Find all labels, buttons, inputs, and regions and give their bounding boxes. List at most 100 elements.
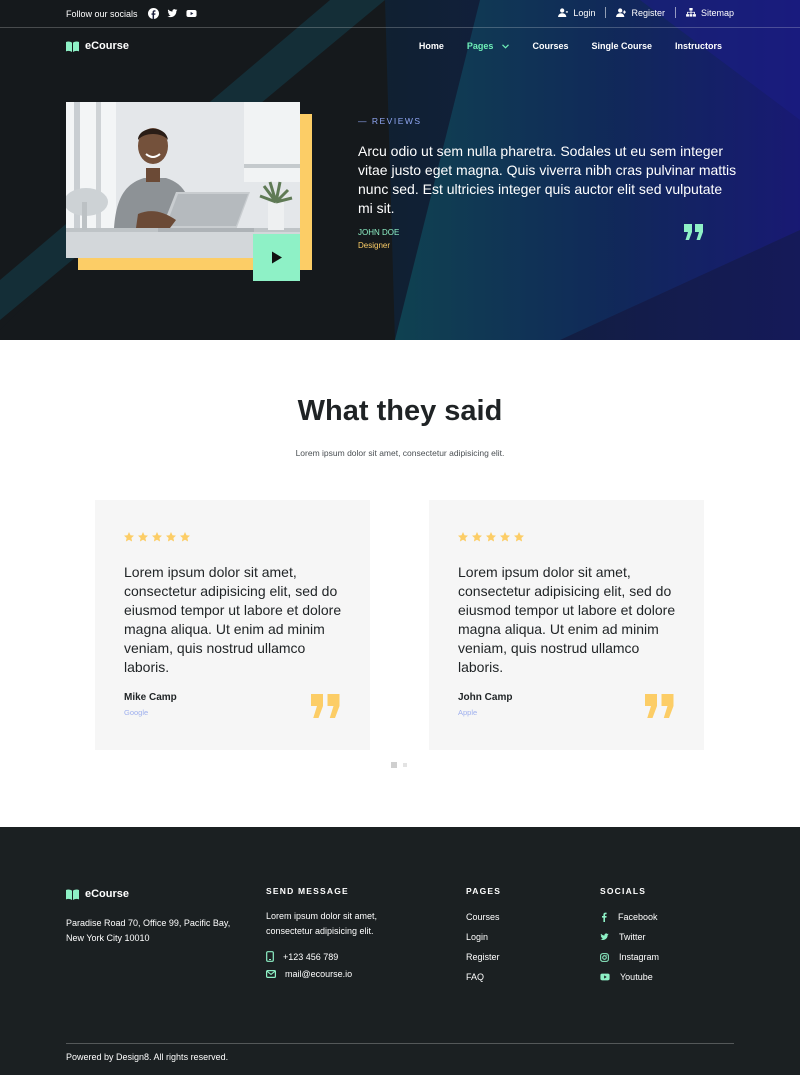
top-links: Login Register Sitemap xyxy=(558,7,734,18)
footer-social-facebook[interactable]: Facebook xyxy=(600,912,659,922)
divider xyxy=(674,7,676,18)
facebook-icon xyxy=(602,912,607,922)
star-icon xyxy=(166,532,176,542)
star-rating xyxy=(458,532,528,542)
book-icon xyxy=(66,41,79,52)
testimonial-card: Lorem ipsum dolor sit amet, consectetur … xyxy=(429,500,704,750)
footer-brand-name: eCourse xyxy=(85,888,130,900)
nav-menu: Home Pages Courses Single Course Instruc… xyxy=(396,41,722,51)
star-icon xyxy=(138,532,148,542)
section-title: What they said xyxy=(297,395,503,427)
phone-icon xyxy=(266,951,274,962)
featured-review: — REVIEWS Arcu odio ut sem nulla pharetr… xyxy=(358,116,738,250)
nav-courses[interactable]: Courses xyxy=(532,41,568,51)
star-icon xyxy=(124,532,134,542)
testimonial-author: John Camp xyxy=(458,692,513,703)
footer-brand[interactable]: eCourse xyxy=(66,888,129,900)
register-label: Register xyxy=(631,7,665,18)
star-icon xyxy=(458,532,468,542)
copyright: Powered by Design8. All rights reserved. xyxy=(66,1052,229,1062)
star-icon xyxy=(514,532,524,542)
pagination-dot[interactable] xyxy=(403,763,407,767)
footer-divider xyxy=(66,1043,734,1044)
nav-pages[interactable]: Pages xyxy=(467,41,510,51)
footer-send-message: SEND MESSAGE Lorem ipsum dolor sit amet,… xyxy=(266,886,406,979)
facebook-label: Facebook xyxy=(618,912,658,922)
quote-icon xyxy=(684,224,703,240)
testimonial-company: Google xyxy=(124,708,149,717)
user-icon xyxy=(558,8,569,17)
footer-link-courses[interactable]: Courses xyxy=(466,912,501,922)
star-rating xyxy=(124,532,194,542)
video-thumbnail xyxy=(66,102,312,282)
testimonial-card: Lorem ipsum dolor sit amet, consectetur … xyxy=(95,500,370,750)
star-icon xyxy=(500,532,510,542)
sitemap-label: Sitemap xyxy=(700,7,734,18)
footer-socials: SOCIALS Facebook Twitter Instagram Youtu… xyxy=(600,886,659,982)
footer-social-instagram[interactable]: Instagram xyxy=(600,952,659,962)
youtube-icon xyxy=(600,973,610,981)
send-message-heading: SEND MESSAGE xyxy=(266,886,349,896)
testimonial-author: Mike Camp xyxy=(124,692,177,703)
book-icon xyxy=(66,889,79,900)
pagination-dot[interactable] xyxy=(391,762,397,768)
play-icon xyxy=(271,251,282,264)
youtube-label: Youtube xyxy=(620,972,653,982)
nav-single-course[interactable]: Single Course xyxy=(591,41,652,51)
hero-section: Follow our socials Login Register Sitema… xyxy=(0,0,800,340)
footer-social-youtube[interactable]: Youtube xyxy=(600,972,659,982)
play-button[interactable] xyxy=(253,234,300,281)
twitter-label: Twitter xyxy=(619,932,646,942)
youtube-icon[interactable] xyxy=(185,8,197,19)
facebook-icon[interactable] xyxy=(147,8,159,19)
main-navbar: eCourse Home Pages Courses Single Course… xyxy=(0,28,800,66)
twitter-icon xyxy=(600,933,609,940)
login-label: Login xyxy=(573,7,596,18)
footer: eCourse Paradise Road 70, Office 99, Pac… xyxy=(0,827,800,1075)
carousel-pagination xyxy=(391,762,413,768)
send-message-text: Lorem ipsum dolor sit amet, consectetur … xyxy=(266,911,378,936)
top-socials: Follow our socials xyxy=(66,8,205,19)
register-link[interactable]: Register xyxy=(616,8,665,18)
star-icon xyxy=(180,532,190,542)
footer-link-login[interactable]: Login xyxy=(466,932,501,942)
review-role: Designer xyxy=(358,241,391,250)
section-subtitle: Lorem ipsum dolor sit amet, consectetur … xyxy=(295,448,505,458)
sitemap-icon xyxy=(686,8,696,17)
footer-phone[interactable]: +123 456 789 xyxy=(266,951,406,962)
nav-pages-label: Pages xyxy=(466,41,494,51)
nav-instructors[interactable]: Instructors xyxy=(675,41,722,51)
twitter-icon[interactable] xyxy=(166,8,178,19)
brand-logo[interactable]: eCourse xyxy=(66,40,129,52)
mail-icon xyxy=(266,970,276,978)
divider xyxy=(605,7,607,18)
review-quote: Arcu odio ut sem nulla pharetra. Sodales… xyxy=(358,143,737,216)
footer-link-register[interactable]: Register xyxy=(466,952,501,962)
star-icon xyxy=(472,532,482,542)
user-plus-icon xyxy=(616,8,627,17)
brand-name: eCourse xyxy=(85,40,130,52)
instagram-icon xyxy=(600,952,609,962)
phone-number: +123 456 789 xyxy=(283,951,339,962)
star-icon xyxy=(486,532,496,542)
testimonial-text: Lorem ipsum dolor sit amet, consectetur … xyxy=(124,564,342,675)
testimonial-text: Lorem ipsum dolor sit amet, consectetur … xyxy=(458,564,676,675)
sitemap-link[interactable]: Sitemap xyxy=(686,8,734,18)
nav-home[interactable]: Home xyxy=(419,41,444,51)
review-author: JOHN DOE xyxy=(358,228,400,237)
chevron-down-icon xyxy=(502,43,510,49)
top-bar: Follow our socials Login Register Sitema… xyxy=(0,0,800,28)
login-link[interactable]: Login xyxy=(558,8,595,18)
testimonial-company: Apple xyxy=(458,708,478,717)
quote-icon xyxy=(311,694,340,718)
instagram-label: Instagram xyxy=(619,952,660,962)
footer-link-faq[interactable]: FAQ xyxy=(466,972,501,982)
email-address: mail@ecourse.io xyxy=(285,969,353,979)
socials-heading: SOCIALS xyxy=(600,886,647,896)
footer-social-twitter[interactable]: Twitter xyxy=(600,932,659,942)
follow-label: Follow our socials xyxy=(66,8,138,19)
star-icon xyxy=(152,532,162,542)
reviews-eyebrow: — REVIEWS xyxy=(358,116,422,126)
footer-email[interactable]: mail@ecourse.io xyxy=(266,969,406,979)
footer-pages: PAGES Courses Login Register FAQ xyxy=(466,886,501,982)
